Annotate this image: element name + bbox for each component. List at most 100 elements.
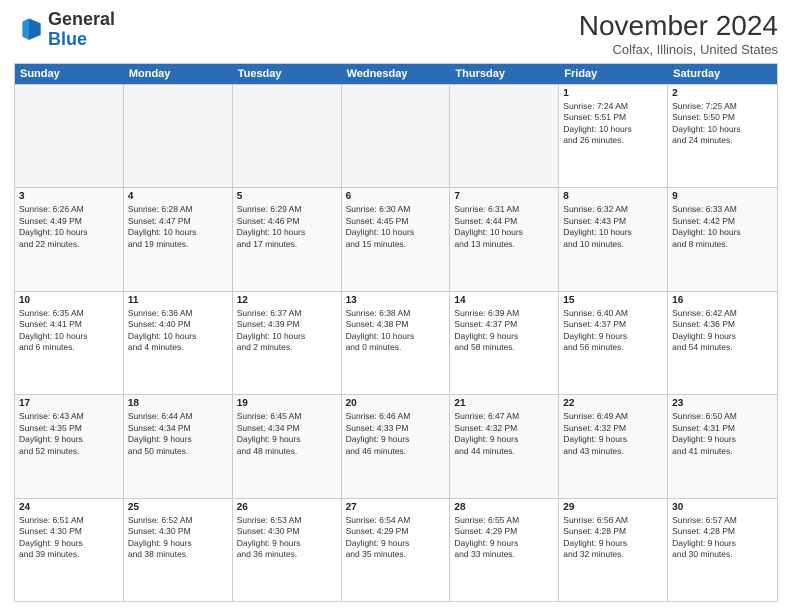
day-number: 20 bbox=[346, 398, 446, 409]
calendar-cell: 19 Sunrise: 6:45 AM Sunset: 4:34 PM Dayli… bbox=[233, 395, 342, 497]
day-info: Sunrise: 6:29 AM Sunset: 4:46 PM Dayligh… bbox=[237, 204, 337, 250]
day-number: 19 bbox=[237, 398, 337, 409]
calendar-cell bbox=[124, 85, 233, 187]
day-number: 7 bbox=[454, 191, 554, 202]
day-info: Sunrise: 6:50 AM Sunset: 4:31 PM Dayligh… bbox=[672, 411, 773, 457]
header-day: Wednesday bbox=[342, 64, 451, 84]
day-info: Sunrise: 6:55 AM Sunset: 4:29 PM Dayligh… bbox=[454, 515, 554, 561]
day-number: 26 bbox=[237, 502, 337, 513]
day-number: 29 bbox=[563, 502, 663, 513]
day-info: Sunrise: 6:45 AM Sunset: 4:34 PM Dayligh… bbox=[237, 411, 337, 457]
calendar-cell: 28 Sunrise: 6:55 AM Sunset: 4:29 PM Dayli… bbox=[450, 499, 559, 601]
calendar-header: SundayMondayTuesdayWednesdayThursdayFrid… bbox=[15, 64, 777, 84]
calendar-cell: 5 Sunrise: 6:29 AM Sunset: 4:46 PM Daylig… bbox=[233, 188, 342, 290]
day-number: 8 bbox=[563, 191, 663, 202]
location: Colfax, Illinois, United States bbox=[579, 42, 778, 57]
calendar-week: 24 Sunrise: 6:51 AM Sunset: 4:30 PM Dayli… bbox=[15, 498, 777, 601]
day-info: Sunrise: 7:25 AM Sunset: 5:50 PM Dayligh… bbox=[672, 101, 773, 147]
day-number: 24 bbox=[19, 502, 119, 513]
day-info: Sunrise: 6:39 AM Sunset: 4:37 PM Dayligh… bbox=[454, 308, 554, 354]
day-info: Sunrise: 6:31 AM Sunset: 4:44 PM Dayligh… bbox=[454, 204, 554, 250]
header-day: Saturday bbox=[668, 64, 777, 84]
logo-icon bbox=[14, 15, 44, 45]
day-info: Sunrise: 6:46 AM Sunset: 4:33 PM Dayligh… bbox=[346, 411, 446, 457]
calendar-cell: 16 Sunrise: 6:42 AM Sunset: 4:36 PM Dayli… bbox=[668, 292, 777, 394]
day-number: 22 bbox=[563, 398, 663, 409]
calendar-cell: 22 Sunrise: 6:49 AM Sunset: 4:32 PM Dayli… bbox=[559, 395, 668, 497]
day-number: 28 bbox=[454, 502, 554, 513]
day-info: Sunrise: 6:28 AM Sunset: 4:47 PM Dayligh… bbox=[128, 204, 228, 250]
calendar-cell: 12 Sunrise: 6:37 AM Sunset: 4:39 PM Dayli… bbox=[233, 292, 342, 394]
header-day: Tuesday bbox=[233, 64, 342, 84]
day-number: 12 bbox=[237, 295, 337, 306]
calendar-cell: 27 Sunrise: 6:54 AM Sunset: 4:29 PM Dayli… bbox=[342, 499, 451, 601]
logo-blue: Blue bbox=[48, 29, 87, 49]
calendar-cell: 6 Sunrise: 6:30 AM Sunset: 4:45 PM Daylig… bbox=[342, 188, 451, 290]
calendar-week: 1 Sunrise: 7:24 AM Sunset: 5:51 PM Daylig… bbox=[15, 84, 777, 187]
header: General Blue November 2024 Colfax, Illin… bbox=[14, 10, 778, 57]
page: General Blue November 2024 Colfax, Illin… bbox=[0, 0, 792, 612]
calendar-cell bbox=[233, 85, 342, 187]
calendar-cell: 13 Sunrise: 6:38 AM Sunset: 4:38 PM Dayli… bbox=[342, 292, 451, 394]
calendar-cell: 25Sunrise: 6:52 AM Sunset: 4:30 PM Dayli… bbox=[124, 499, 233, 601]
calendar-cell: 4 Sunrise: 6:28 AM Sunset: 4:47 PM Daylig… bbox=[124, 188, 233, 290]
calendar-cell bbox=[342, 85, 451, 187]
day-number: 17 bbox=[19, 398, 119, 409]
day-number: 23 bbox=[672, 398, 773, 409]
calendar-cell: 9 Sunrise: 6:33 AM Sunset: 4:42 PM Daylig… bbox=[668, 188, 777, 290]
day-info: Sunrise: 6:33 AM Sunset: 4:42 PM Dayligh… bbox=[672, 204, 773, 250]
day-number: 11 bbox=[128, 295, 228, 306]
day-number: 16 bbox=[672, 295, 773, 306]
calendar-cell: 18Sunrise: 6:44 AM Sunset: 4:34 PM Dayli… bbox=[124, 395, 233, 497]
day-info: Sunrise: 6:40 AM Sunset: 4:37 PM Dayligh… bbox=[563, 308, 663, 354]
calendar-cell: 2 Sunrise: 7:25 AM Sunset: 5:50 PM Daylig… bbox=[668, 85, 777, 187]
day-number: 6 bbox=[346, 191, 446, 202]
day-number: 25 bbox=[128, 502, 228, 513]
calendar-cell: 23 Sunrise: 6:50 AM Sunset: 4:31 PM Dayli… bbox=[668, 395, 777, 497]
title-block: November 2024 Colfax, Illinois, United S… bbox=[579, 10, 778, 57]
day-number: 2 bbox=[672, 88, 773, 99]
calendar-cell: 29 Sunrise: 6:56 AM Sunset: 4:28 PM Dayli… bbox=[559, 499, 668, 601]
day-number: 27 bbox=[346, 502, 446, 513]
logo-general: General bbox=[48, 9, 115, 29]
day-number: 1 bbox=[563, 88, 663, 99]
calendar-cell bbox=[15, 85, 124, 187]
calendar-cell: 10 Sunrise: 6:35 AM Sunset: 4:41 PM Dayli… bbox=[15, 292, 124, 394]
logo-text: General Blue bbox=[48, 10, 115, 50]
day-info: Sunrise: 6:30 AM Sunset: 4:45 PM Dayligh… bbox=[346, 204, 446, 250]
day-info: Sunrise: 6:43 AM Sunset: 4:35 PM Dayligh… bbox=[19, 411, 119, 457]
calendar-cell: 26 Sunrise: 6:53 AM Sunset: 4:30 PM Dayli… bbox=[233, 499, 342, 601]
calendar-cell bbox=[450, 85, 559, 187]
day-number: 14 bbox=[454, 295, 554, 306]
day-info: Sunrise: 6:56 AM Sunset: 4:28 PM Dayligh… bbox=[563, 515, 663, 561]
calendar-week: 17 Sunrise: 6:43 AM Sunset: 4:35 PM Dayli… bbox=[15, 394, 777, 497]
calendar-cell: 3Sunrise: 6:26 AM Sunset: 4:49 PM Daylig… bbox=[15, 188, 124, 290]
calendar-body: 1 Sunrise: 7:24 AM Sunset: 5:51 PM Daylig… bbox=[15, 84, 777, 601]
day-info: Sunrise: 6:38 AM Sunset: 4:38 PM Dayligh… bbox=[346, 308, 446, 354]
day-number: 3 bbox=[19, 191, 119, 202]
day-number: 15 bbox=[563, 295, 663, 306]
calendar-cell: 15 Sunrise: 6:40 AM Sunset: 4:37 PM Dayli… bbox=[559, 292, 668, 394]
day-info: Sunrise: 6:42 AM Sunset: 4:36 PM Dayligh… bbox=[672, 308, 773, 354]
logo: General Blue bbox=[14, 10, 115, 50]
day-number: 9 bbox=[672, 191, 773, 202]
calendar-cell: 24 Sunrise: 6:51 AM Sunset: 4:30 PM Dayli… bbox=[15, 499, 124, 601]
day-number: 13 bbox=[346, 295, 446, 306]
day-info: Sunrise: 6:35 AM Sunset: 4:41 PM Dayligh… bbox=[19, 308, 119, 354]
day-info: Sunrise: 6:54 AM Sunset: 4:29 PM Dayligh… bbox=[346, 515, 446, 561]
day-number: 4 bbox=[128, 191, 228, 202]
day-number: 10 bbox=[19, 295, 119, 306]
header-day: Sunday bbox=[15, 64, 124, 84]
day-info: Sunrise: 6:51 AM Sunset: 4:30 PM Dayligh… bbox=[19, 515, 119, 561]
day-info: Sunrise: 6:37 AM Sunset: 4:39 PM Dayligh… bbox=[237, 308, 337, 354]
calendar-week: 3Sunrise: 6:26 AM Sunset: 4:49 PM Daylig… bbox=[15, 187, 777, 290]
day-info: Sunrise: 6:49 AM Sunset: 4:32 PM Dayligh… bbox=[563, 411, 663, 457]
day-number: 5 bbox=[237, 191, 337, 202]
day-info: Sunrise: 6:53 AM Sunset: 4:30 PM Dayligh… bbox=[237, 515, 337, 561]
day-number: 18 bbox=[128, 398, 228, 409]
calendar-cell: 14 Sunrise: 6:39 AM Sunset: 4:37 PM Dayli… bbox=[450, 292, 559, 394]
day-info: Sunrise: 7:24 AM Sunset: 5:51 PM Dayligh… bbox=[563, 101, 663, 147]
day-info: Sunrise: 6:36 AM Sunset: 4:40 PM Dayligh… bbox=[128, 308, 228, 354]
day-number: 21 bbox=[454, 398, 554, 409]
calendar-cell: 17 Sunrise: 6:43 AM Sunset: 4:35 PM Dayli… bbox=[15, 395, 124, 497]
